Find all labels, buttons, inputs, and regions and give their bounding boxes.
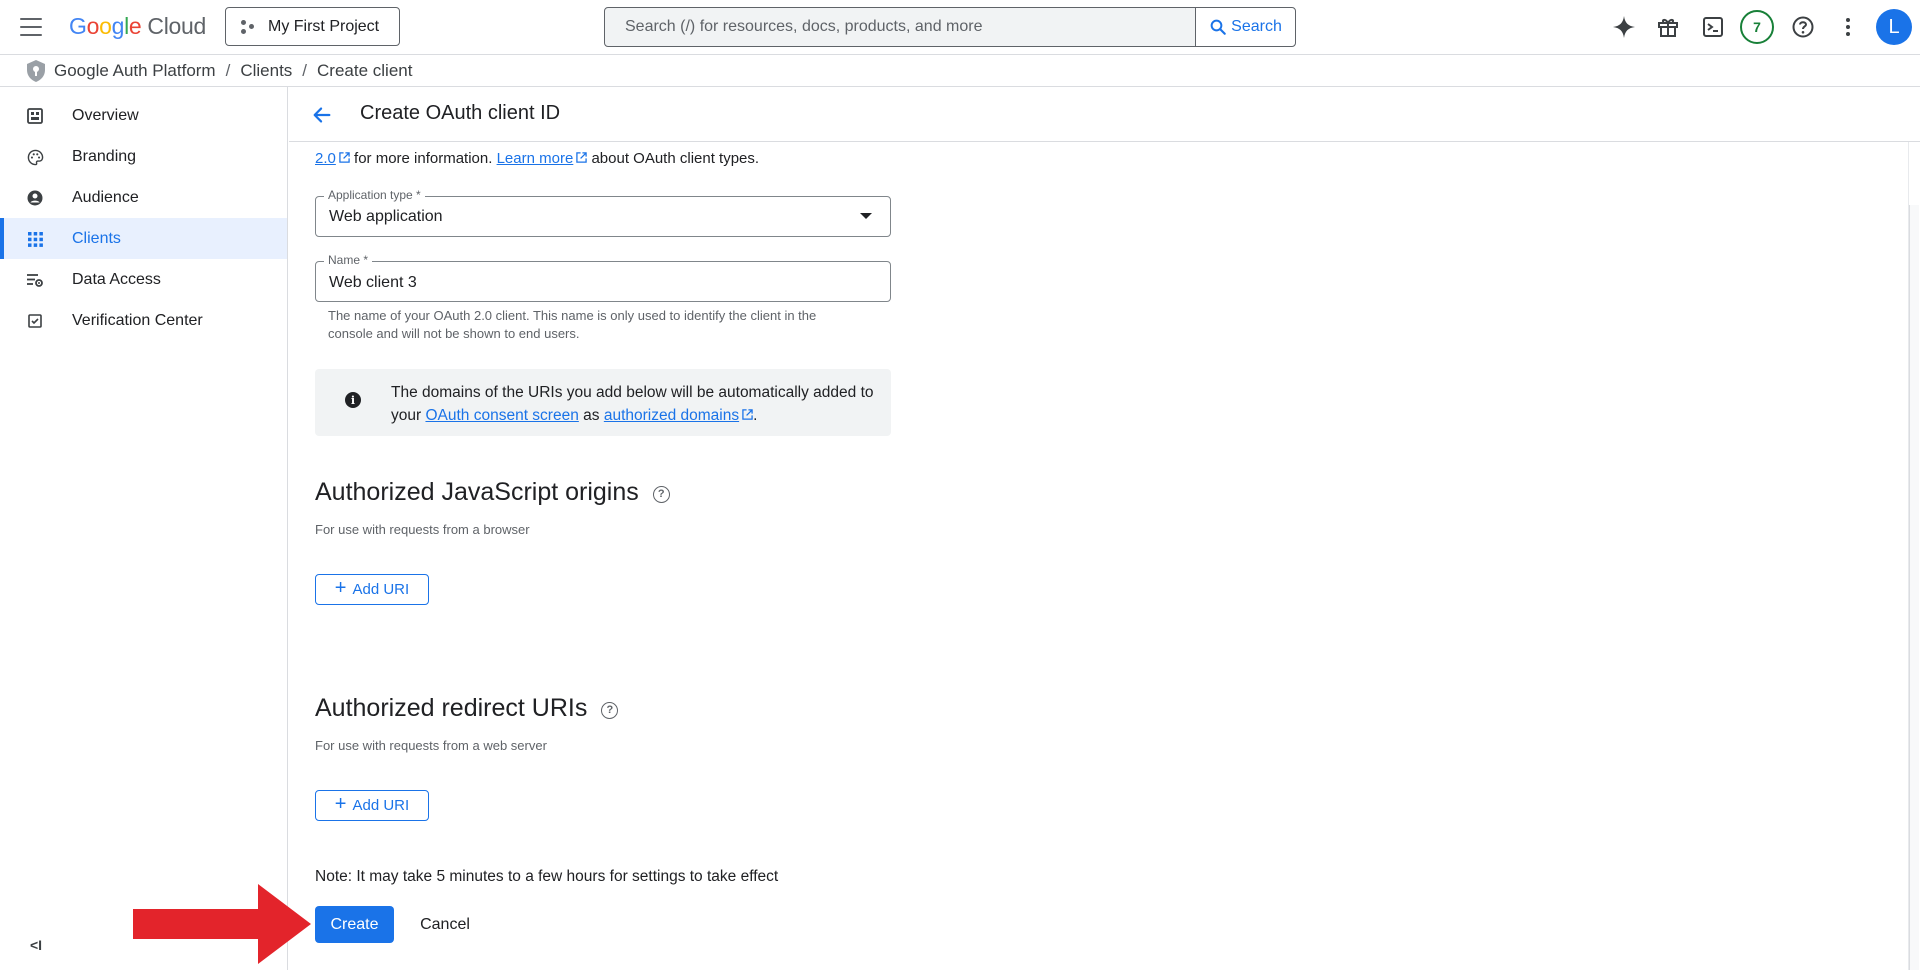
search-button[interactable]: Search <box>1195 8 1295 46</box>
person-icon <box>26 189 44 207</box>
project-name: My First Project <box>268 17 380 35</box>
application-type-select[interactable]: Application type * Web application <box>315 188 891 237</box>
settings-note: Note: It may take 5 minutes to a few hou… <box>315 868 779 885</box>
breadcrumb-auth-platform[interactable]: Google Auth Platform <box>54 61 216 81</box>
js-origins-subtitle: For use with requests from a browser <box>315 522 530 537</box>
gemini-sparkle-icon[interactable] <box>1609 12 1639 42</box>
info-icon: i <box>345 392 361 408</box>
breadcrumb-separator: / <box>302 61 308 80</box>
grid-icon <box>26 230 44 248</box>
collapse-sidebar-button[interactable]: <I <box>26 935 46 955</box>
account-avatar[interactable]: L <box>1876 9 1912 45</box>
plus-icon: + <box>334 793 347 815</box>
external-link-icon <box>742 409 753 420</box>
redirect-uris-title: Authorized redirect URIs? <box>315 694 619 723</box>
sidebar-item-clients[interactable]: Clients <box>0 218 287 259</box>
project-icon <box>240 19 256 35</box>
red-arrow-annotation <box>133 884 311 964</box>
sidebar-item-verification-center[interactable]: Verification Center <box>0 300 287 341</box>
breadcrumb-create-client: Create client <box>317 61 413 80</box>
js-origins-title: Authorized JavaScript origins? <box>315 478 670 507</box>
plus-icon: + <box>334 577 347 599</box>
sidebar-item-data-access[interactable]: Data Access <box>0 259 287 300</box>
create-button[interactable]: Create <box>315 906 394 943</box>
name-field: Name * <box>315 253 891 302</box>
notifications-badge[interactable]: 7 <box>1740 10 1774 44</box>
name-input[interactable] <box>316 262 890 301</box>
learn-more-link[interactable]: Learn more <box>497 150 574 167</box>
breadcrumb-clients[interactable]: Clients <box>240 61 292 81</box>
top-bar: GoogleCloud My First Project Search 7 L <box>0 0 1920 54</box>
filter-settings-icon <box>26 271 44 289</box>
external-link-icon <box>339 152 350 163</box>
application-type-value: Web application <box>329 208 443 225</box>
authorized-domains-link[interactable]: authorized domains <box>604 407 739 424</box>
sidebar-item-overview[interactable]: Overview <box>0 95 287 136</box>
shield-icon <box>27 60 45 82</box>
google-cloud-logo[interactable]: Google Cloud <box>69 13 206 40</box>
breadcrumb: Google Auth Platform / Clients / Create … <box>0 54 1920 87</box>
palette-icon <box>26 148 44 166</box>
add-js-origin-button[interactable]: + Add URI <box>315 574 429 605</box>
search-icon <box>1210 19 1226 35</box>
search-bar: Search <box>604 7 1296 47</box>
gift-icon[interactable] <box>1653 12 1683 42</box>
sidebar-item-branding[interactable]: Branding <box>0 136 287 177</box>
intro-text: 2.0 for more information. Learn more abo… <box>315 150 760 167</box>
page-header: Create OAuth client ID <box>289 87 1920 142</box>
redirect-uris-subtitle: For use with requests from a web server <box>315 738 547 753</box>
cloud-shell-terminal-icon[interactable] <box>1698 12 1728 42</box>
cancel-button[interactable]: Cancel <box>407 906 483 943</box>
dashboard-icon <box>26 107 44 125</box>
search-input[interactable] <box>605 8 1195 46</box>
project-picker-button[interactable]: My First Project <box>225 7 400 46</box>
checkbox-icon <box>26 312 44 330</box>
info-banner-text: The domains of the URIs you add below wi… <box>391 384 874 424</box>
page-title: Create OAuth client ID <box>360 102 561 124</box>
sidebar: Overview Branding Audience Clients Data … <box>0 87 288 970</box>
application-type-label: Application type * <box>324 188 425 202</box>
external-link-icon <box>576 152 588 163</box>
oauth-2-link[interactable]: 2.0 <box>315 150 336 167</box>
scrollbar-thumb[interactable] <box>1909 205 1919 970</box>
sidebar-item-audience[interactable]: Audience <box>0 177 287 218</box>
breadcrumb-separator: / <box>225 61 231 80</box>
add-redirect-uri-button[interactable]: + Add URI <box>315 790 429 821</box>
info-banner: i The domains of the URIs you add below … <box>315 369 891 436</box>
name-hint: The name of your OAuth 2.0 client. This … <box>328 308 817 341</box>
more-options-icon[interactable] <box>1833 12 1863 42</box>
help-icon[interactable]: ? <box>601 702 619 719</box>
main-content: 2.0 for more information. Learn more abo… <box>289 142 1920 970</box>
help-icon[interactable] <box>1788 12 1818 42</box>
back-arrow-icon[interactable] <box>308 101 336 129</box>
oauth-consent-screen-link[interactable]: OAuth consent screen <box>425 407 578 424</box>
dropdown-arrow-icon <box>860 213 872 219</box>
main-menu-icon[interactable] <box>18 15 44 39</box>
help-icon[interactable]: ? <box>652 486 670 503</box>
